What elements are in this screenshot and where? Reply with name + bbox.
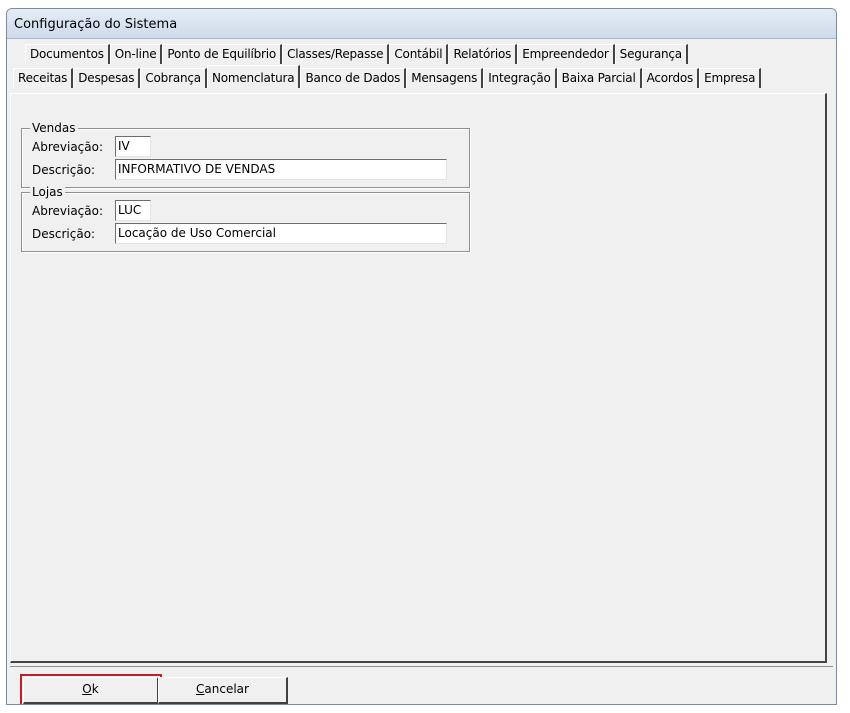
vendas-abreviacao-input[interactable]: IV [115, 136, 151, 157]
ok-label: k [91, 682, 99, 696]
tab-banco-de-dados[interactable]: Banco de Dados [300, 68, 407, 88]
lojas-abreviacao-input[interactable]: LUC [115, 200, 151, 221]
lojas-legend: Lojas [30, 185, 65, 199]
tab-baixa-parcial[interactable]: Baixa Parcial [556, 68, 642, 88]
vendas-descricao-input[interactable]: INFORMATIVO DE VENDAS [115, 159, 447, 180]
tab-cobranca[interactable]: Cobrança [140, 68, 207, 88]
vendas-legend: Vendas [30, 121, 78, 135]
lojas-abreviacao-label: Abreviação: [32, 204, 104, 218]
nomenclatura-panel: Vendas Abreviação: IV Descrição: INFORMA… [10, 93, 827, 663]
lojas-group: Lojas Abreviação: LUC Descrição: Locação… [21, 185, 470, 252]
tab-online[interactable]: On-line [109, 44, 163, 64]
tab-receitas[interactable]: Receitas [13, 68, 74, 88]
tab-integracao[interactable]: Integração [483, 68, 557, 88]
tab-mensagens[interactable]: Mensagens [406, 68, 484, 88]
lojas-descricao-input[interactable]: Locação de Uso Comercial [115, 223, 447, 244]
button-bar: Ok Cancelar [10, 666, 833, 704]
tab-ponto-de-equilibrio[interactable]: Ponto de Equilíbrio [162, 44, 283, 64]
config-window: Configuração do Sistema Documentos On-li… [6, 8, 837, 705]
vendas-abreviacao-label: Abreviação: [32, 140, 104, 154]
ok-mnemonic: O [82, 682, 92, 696]
tab-classes-repasse[interactable]: Classes/Repasse [282, 44, 390, 64]
tab-despesas[interactable]: Despesas [73, 68, 141, 88]
tab-acordos[interactable]: Acordos [641, 68, 700, 88]
tab-empreendedor[interactable]: Empreendedor [517, 44, 615, 64]
tab-documentos[interactable]: Documentos [25, 44, 110, 64]
tab-relatorios[interactable]: Relatórios [448, 44, 518, 64]
tab-seguranca[interactable]: Segurança [614, 44, 688, 64]
window-title: Configuração do Sistema [14, 17, 178, 32]
lojas-descricao-label: Descrição: [32, 227, 96, 241]
tab-row-bottom: Receitas Despesas Cobrança Nomenclatura … [13, 65, 762, 88]
tab-row-top: Documentos On-line Ponto de Equilíbrio C… [25, 44, 688, 64]
title-bar[interactable]: Configuração do Sistema [7, 9, 836, 39]
tab-contabil[interactable]: Contábil [389, 44, 449, 64]
vendas-descricao-label: Descrição: [32, 163, 96, 177]
vendas-group: Vendas Abreviação: IV Descrição: INFORMA… [21, 121, 470, 188]
cancel-label: ancelar [204, 682, 249, 696]
ok-button[interactable]: Ok [23, 677, 159, 704]
tab-nomenclatura[interactable]: Nomenclatura [206, 65, 301, 88]
cancel-button[interactable]: Cancelar [158, 677, 288, 704]
tab-empresa[interactable]: Empresa [699, 68, 762, 88]
